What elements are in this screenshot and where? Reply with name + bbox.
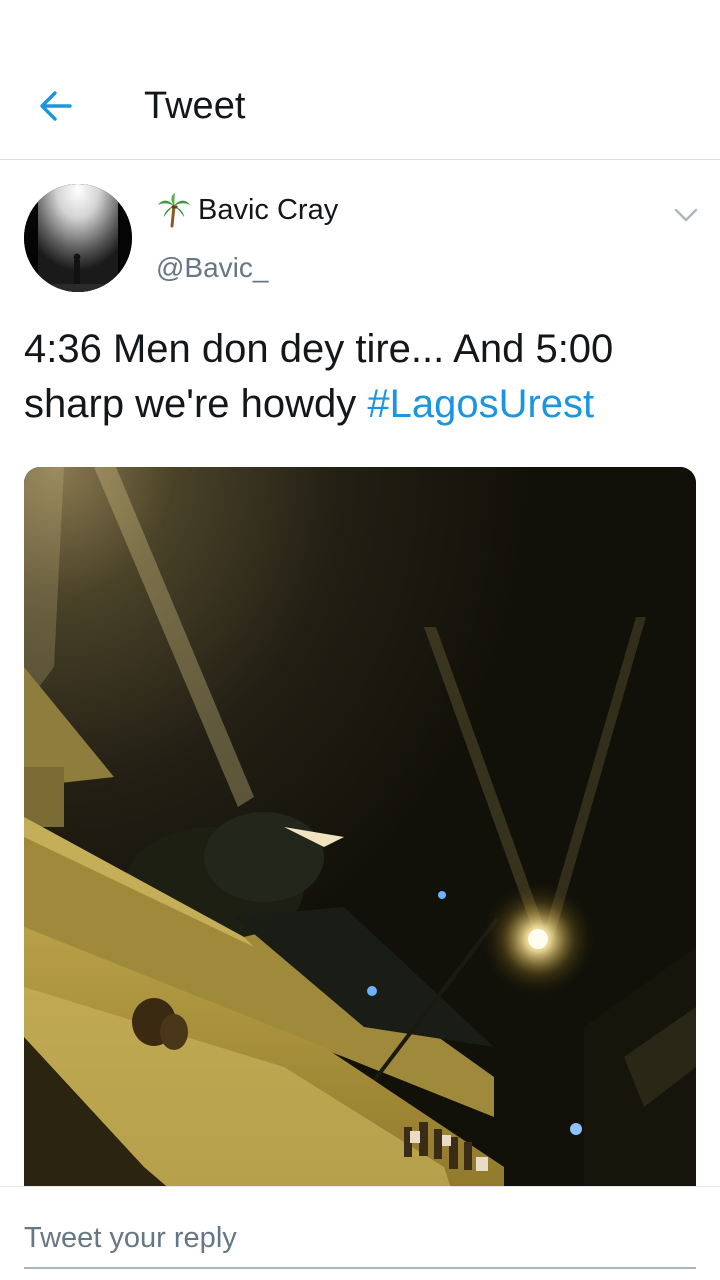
page-title: Tweet — [144, 85, 246, 127]
author-row[interactable]: Bavic Cray — [156, 190, 338, 230]
tweet-detail: Bavic Cray @Bavic_ 4:36 Men don dey tire… — [0, 160, 720, 1186]
arrow-left-icon — [40, 91, 72, 121]
avatar[interactable] — [24, 184, 132, 292]
chevron-down-icon — [674, 208, 698, 222]
back-button[interactable] — [28, 78, 84, 134]
app-header: Tweet — [0, 0, 720, 160]
author-name: Bavic Cray — [198, 194, 339, 226]
tweet-text: 4:36 Men don dey tire... And 5:00 sharp … — [24, 322, 704, 432]
reply-input[interactable] — [24, 1209, 696, 1269]
tweet-options-button[interactable] — [668, 200, 704, 230]
reply-bar — [0, 1186, 720, 1280]
author-handle: @Bavic_ — [156, 252, 269, 283]
hashtag-link[interactable]: #LagosUrest — [367, 382, 594, 426]
palm-tree-icon — [158, 193, 190, 228]
tweet-photo[interactable] — [24, 467, 696, 1186]
